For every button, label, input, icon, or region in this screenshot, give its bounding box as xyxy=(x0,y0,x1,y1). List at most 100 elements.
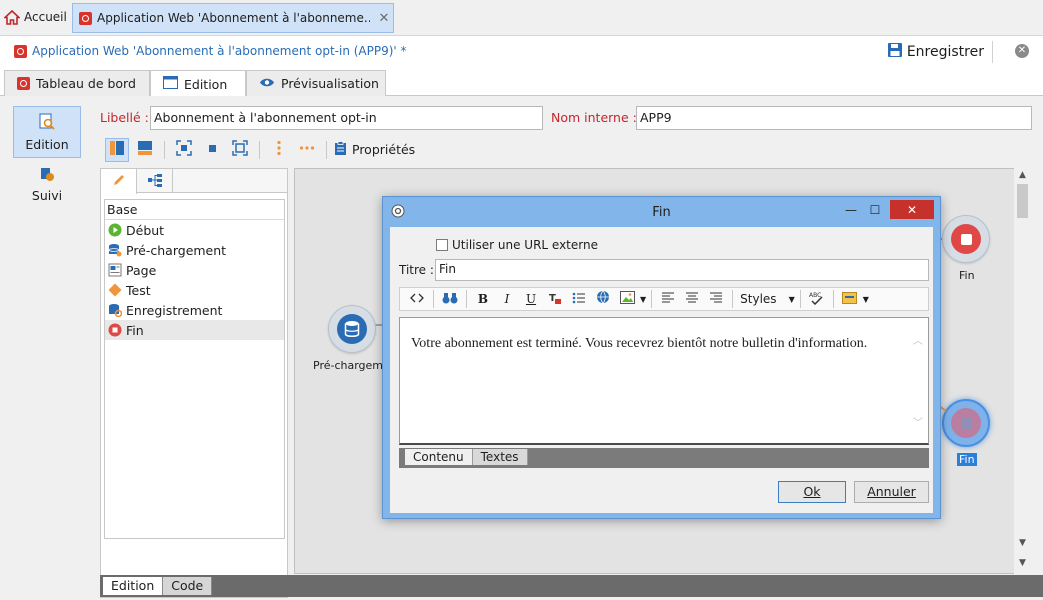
spellcheck-button[interactable]: ABC xyxy=(806,289,828,309)
editor-scroll-up-icon[interactable]: ︿ xyxy=(913,332,923,347)
list-item-debut[interactable]: Début xyxy=(105,220,284,240)
cancel-label: Annuler xyxy=(867,484,916,499)
editor-scroll-down-icon[interactable]: ﹀ xyxy=(913,414,923,429)
horizontal-layout-button[interactable] xyxy=(133,138,157,162)
source-code-button[interactable] xyxy=(406,289,428,309)
node-fin-top[interactable] xyxy=(942,215,990,263)
nav-suivi[interactable]: Suivi xyxy=(13,158,81,210)
tab-bottom-edition[interactable]: Edition xyxy=(103,577,164,595)
chevron-down-icon[interactable]: ▼ xyxy=(640,295,646,304)
libelle-label: Libellé : xyxy=(100,110,149,125)
scroll-down-icon[interactable]: ▼ xyxy=(1017,558,1028,568)
tab-structure[interactable] xyxy=(137,169,173,193)
tab-bottom-code[interactable]: Code xyxy=(163,577,213,595)
toolbar-separator xyxy=(732,290,734,308)
close-tab-icon[interactable]: ✕ xyxy=(375,11,393,26)
zoom-actual-button[interactable] xyxy=(200,138,224,162)
styles-dropdown[interactable]: Styles xyxy=(740,292,776,306)
insert-link-button[interactable] xyxy=(592,289,614,309)
align-center-button[interactable] xyxy=(681,289,703,309)
activity-panel-tabs xyxy=(101,169,287,194)
align-right-button[interactable] xyxy=(705,289,727,309)
dialog-close-icon[interactable]: ✕ xyxy=(890,200,934,219)
content-editor[interactable]: Votre abonnement est terminé. Vous recev… xyxy=(399,317,929,445)
list-item-enregistrement[interactable]: Enregistrement xyxy=(105,300,284,320)
vertical-dots-button[interactable] xyxy=(267,138,291,162)
italic-button[interactable]: I xyxy=(496,289,518,309)
ok-button[interactable]: Ok xyxy=(778,481,846,503)
text-color-button[interactable]: T xyxy=(544,289,566,309)
properties-button[interactable]: Propriétés xyxy=(334,140,415,159)
globe-link-icon xyxy=(596,290,611,308)
bullet-list-button[interactable] xyxy=(568,289,590,309)
tab-contenu[interactable]: Contenu xyxy=(405,449,473,465)
canvas-scrollbar[interactable]: ▲ ▼ ▼ xyxy=(1014,168,1031,574)
clipboard-icon xyxy=(334,140,347,159)
list-item-label: Test xyxy=(126,282,151,298)
close-document-icon[interactable]: ✕ xyxy=(1015,44,1029,58)
home-label: Accueil xyxy=(24,10,67,24)
list-item-pre-chargement[interactable]: Pré-chargement xyxy=(105,240,284,260)
insert-image-button[interactable] xyxy=(616,289,638,309)
chevron-down-icon[interactable]: ▼ xyxy=(863,295,869,304)
tab-textes[interactable]: Textes xyxy=(472,449,528,465)
tab-activities[interactable] xyxy=(101,169,137,194)
zoom-fit-button[interactable] xyxy=(172,138,196,162)
tab-previsualisation[interactable]: Prévisualisation xyxy=(246,70,386,96)
align-left-button[interactable] xyxy=(657,289,679,309)
minimize-icon[interactable]: — xyxy=(840,200,862,219)
left-navigation: Edition Suivi xyxy=(0,96,95,600)
list-item-label: Pré-chargement xyxy=(126,242,227,258)
svg-text:T: T xyxy=(549,293,556,304)
find-button[interactable] xyxy=(439,289,461,309)
save-button[interactable]: Enregistrer xyxy=(887,41,993,63)
image-icon xyxy=(619,291,635,307)
list-item-test[interactable]: Test xyxy=(105,280,284,300)
preload-icon xyxy=(108,243,122,257)
maximize-icon[interactable]: ☐ xyxy=(864,200,886,219)
tracking-icon xyxy=(39,166,55,185)
cancel-button[interactable]: Annuler xyxy=(854,481,929,503)
floppy-disk-icon xyxy=(887,42,903,62)
document-header: Application Web 'Abonnement à l'abonneme… xyxy=(0,36,1043,66)
node-fin-top-label: Fin xyxy=(959,269,975,282)
bottom-tabs: Edition Code xyxy=(100,575,1043,597)
vertical-layout-button[interactable] xyxy=(105,137,129,162)
external-url-checkbox[interactable] xyxy=(436,239,448,251)
dialog-titlebar[interactable]: Fin — ☐ ✕ xyxy=(383,197,940,227)
libelle-input[interactable]: Abonnement à l'abonnement opt-in xyxy=(150,106,543,130)
eye-icon xyxy=(259,76,275,91)
list-item-fin[interactable]: Fin xyxy=(105,320,284,340)
node-pre-chargement[interactable] xyxy=(328,305,376,353)
bold-button[interactable]: B xyxy=(472,289,494,309)
scroll-up-icon[interactable]: ▲ xyxy=(1017,170,1028,180)
scroll-down-icon[interactable]: ▼ xyxy=(1017,538,1028,548)
edit-search-icon xyxy=(38,113,56,134)
home-icon xyxy=(4,9,20,25)
app-document-tab[interactable]: Application Web 'Abonnement à l'abonneme… xyxy=(72,3,394,33)
list-item-page[interactable]: Page xyxy=(105,260,284,280)
nav-edition[interactable]: Edition xyxy=(13,106,81,158)
square-icon xyxy=(204,140,220,159)
align-center-icon xyxy=(686,292,699,306)
insert-field-button[interactable] xyxy=(839,289,861,309)
scrollbar-thumb[interactable] xyxy=(1017,184,1028,218)
zoom-page-icon xyxy=(232,140,248,159)
zoom-page-button[interactable] xyxy=(228,138,252,162)
horizontal-dots-icon xyxy=(299,140,315,159)
window-icon xyxy=(163,76,178,92)
web-app-icon xyxy=(79,11,92,25)
nom-interne-input[interactable]: APP9 xyxy=(636,106,1032,130)
chevron-down-icon[interactable]: ▼ xyxy=(789,295,795,304)
tab-edition[interactable]: Edition xyxy=(150,70,246,97)
activity-panel: Base Début Pré-chargement Page Test Enre… xyxy=(100,168,288,598)
end-node-icon xyxy=(951,224,981,254)
horizontal-dots-button[interactable] xyxy=(295,138,319,162)
home-tab[interactable]: Accueil xyxy=(4,6,67,28)
titre-input[interactable]: Fin xyxy=(435,259,929,281)
binoculars-icon xyxy=(442,292,458,307)
diagram-toolbar: Propriétés xyxy=(103,136,1031,163)
activity-list-header: Base xyxy=(105,200,284,220)
tab-tableau-de-bord[interactable]: Tableau de bord xyxy=(4,70,150,96)
underline-button[interactable]: U xyxy=(520,289,542,309)
